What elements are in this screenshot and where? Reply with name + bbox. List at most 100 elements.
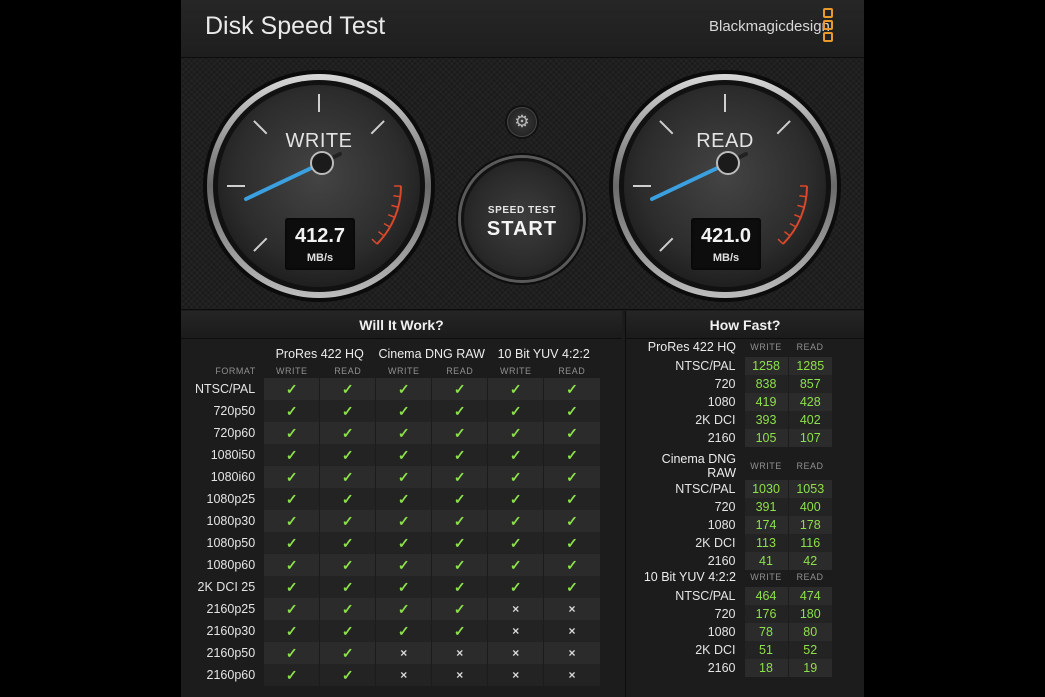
format-label: NTSC/PAL bbox=[195, 382, 256, 396]
brand-name: Blackmagicdesign bbox=[709, 18, 830, 35]
start-button-caption: SPEED TEST bbox=[487, 205, 557, 216]
check-icon: ✓ bbox=[375, 598, 432, 620]
table-row: 2K DCI 51 52 bbox=[632, 641, 832, 659]
check-icon: ✓ bbox=[263, 444, 320, 466]
write-fps-value: 838 bbox=[743, 375, 788, 393]
read-column-header: READ bbox=[446, 365, 474, 376]
codec-group-header: Cinema DNG RAW bbox=[378, 347, 485, 361]
write-fps-value: 174 bbox=[743, 516, 788, 534]
check-icon: ✓ bbox=[319, 554, 376, 576]
table-row: 1080i50 ✓ ✓ ✓ ✓ ✓ ✓ bbox=[195, 444, 600, 466]
read-fps-value: 1053 bbox=[787, 480, 832, 498]
table-row: 2K DCI 25 ✓ ✓ ✓ ✓ ✓ ✓ bbox=[195, 576, 600, 598]
check-icon: ✓ bbox=[543, 444, 600, 466]
check-icon: ✓ bbox=[431, 378, 488, 400]
write-fps-value: 419 bbox=[743, 393, 788, 411]
resolution-label: 1080 bbox=[707, 625, 736, 639]
resolution-label: NTSC/PAL bbox=[675, 482, 736, 496]
cross-icon: × bbox=[487, 598, 544, 620]
write-redline-tick bbox=[393, 195, 401, 198]
write-gauge: WRITE 412.7 MB/s bbox=[201, 68, 437, 304]
gear-icon: ⚙ bbox=[514, 112, 530, 131]
check-icon: ✓ bbox=[263, 532, 320, 554]
write-fps-value: 391 bbox=[743, 498, 788, 516]
check-icon: ✓ bbox=[375, 466, 432, 488]
write-fps-value: 18 bbox=[743, 659, 788, 677]
how-fast-section: Cinema DNG RAW WRITE READ NTSC/PAL 1030 1053 7… bbox=[626, 452, 864, 570]
read-fps-value: 178 bbox=[787, 516, 832, 534]
check-icon: ✓ bbox=[375, 532, 432, 554]
app-title: Disk Speed Test bbox=[205, 12, 386, 40]
brand-logo-icon bbox=[823, 8, 835, 44]
table-row: 2160p60 ✓ ✓ × × × × bbox=[195, 664, 600, 686]
format-label: 1080i50 bbox=[210, 448, 256, 462]
check-icon: ✓ bbox=[487, 444, 544, 466]
check-icon: ✓ bbox=[487, 510, 544, 532]
read-speed-unit: MB/s bbox=[712, 252, 740, 264]
check-icon: ✓ bbox=[543, 488, 600, 510]
format-label: 1080p50 bbox=[206, 536, 256, 550]
read-fps-value: 52 bbox=[787, 641, 832, 659]
codec-group-header: 10 Bit YUV 4:2:2 bbox=[497, 347, 590, 361]
table-row: 720 176 180 bbox=[632, 605, 832, 623]
resolution-label: 720 bbox=[714, 607, 736, 621]
app-window: Disk Speed Test Blackmagicdesign WRITE 4… bbox=[181, 0, 864, 697]
how-fast-panel: How Fast? ProRes 422 HQ WRITE READ NTSC/PAL… bbox=[625, 311, 864, 697]
resolution-label: 2160 bbox=[707, 431, 736, 445]
read-column-header: READ bbox=[796, 342, 824, 352]
table-row: 720 391 400 bbox=[632, 498, 832, 516]
read-fps-value: 107 bbox=[787, 429, 832, 447]
resolution-label: 2K DCI bbox=[695, 536, 736, 550]
check-icon: ✓ bbox=[263, 510, 320, 532]
table-row: 1080p50 ✓ ✓ ✓ ✓ ✓ ✓ bbox=[195, 532, 600, 554]
check-icon: ✓ bbox=[431, 554, 488, 576]
table-row: 1080 419 428 bbox=[632, 393, 832, 411]
check-icon: ✓ bbox=[487, 532, 544, 554]
check-icon: ✓ bbox=[375, 488, 432, 510]
write-fps-value: 105 bbox=[743, 429, 788, 447]
check-icon: ✓ bbox=[543, 510, 600, 532]
check-icon: ✓ bbox=[319, 598, 376, 620]
check-icon: ✓ bbox=[431, 576, 488, 598]
resolution-label: 720 bbox=[714, 500, 736, 514]
resolution-label: NTSC/PAL bbox=[675, 589, 736, 603]
check-icon: ✓ bbox=[263, 576, 320, 598]
codec-group-header: ProRes 422 HQ bbox=[275, 347, 364, 361]
codec-name: 10 Bit YUV 4:2:2 bbox=[643, 570, 736, 584]
write-fps-value: 393 bbox=[743, 411, 788, 429]
header: Disk Speed Test Blackmagicdesign bbox=[181, 0, 864, 58]
check-icon: ✓ bbox=[375, 620, 432, 642]
read-redline-tick bbox=[799, 195, 807, 198]
check-icon: ✓ bbox=[543, 466, 600, 488]
check-icon: ✓ bbox=[375, 576, 432, 598]
check-icon: ✓ bbox=[263, 664, 320, 686]
format-label: 2160p50 bbox=[206, 646, 256, 660]
table-row: 1080 174 178 bbox=[632, 516, 832, 534]
read-fps-value: 80 bbox=[787, 623, 832, 641]
will-it-work-table: ProRes 422 HQ Cinema DNG RAW 10 Bit YUV 4:… bbox=[195, 345, 600, 686]
cross-icon: × bbox=[543, 642, 600, 664]
settings-button[interactable]: ⚙ bbox=[507, 107, 537, 137]
cross-icon: × bbox=[431, 664, 488, 686]
cross-icon: × bbox=[543, 598, 600, 620]
check-icon: ✓ bbox=[431, 444, 488, 466]
write-column-header: WRITE bbox=[387, 365, 420, 376]
check-icon: ✓ bbox=[319, 642, 376, 664]
check-icon: ✓ bbox=[375, 422, 432, 444]
write-fps-value: 1258 bbox=[743, 357, 788, 375]
start-button[interactable]: SPEED TEST START bbox=[461, 158, 583, 280]
read-fps-value: 428 bbox=[787, 393, 832, 411]
check-icon: ✓ bbox=[375, 554, 432, 576]
format-label: 1080p25 bbox=[206, 492, 256, 506]
check-icon: ✓ bbox=[431, 422, 488, 444]
check-icon: ✓ bbox=[375, 378, 432, 400]
check-icon: ✓ bbox=[319, 488, 376, 510]
cross-icon: × bbox=[543, 620, 600, 642]
check-icon: ✓ bbox=[543, 576, 600, 598]
codec-name: Cinema DNG RAW bbox=[661, 452, 736, 480]
table-row: 720 838 857 bbox=[632, 375, 832, 393]
check-icon: ✓ bbox=[431, 532, 488, 554]
how-fast-section: ProRes 422 HQ WRITE READ NTSC/PAL 1258 1285 72… bbox=[626, 337, 864, 447]
check-icon: ✓ bbox=[319, 620, 376, 642]
check-icon: ✓ bbox=[319, 664, 376, 686]
